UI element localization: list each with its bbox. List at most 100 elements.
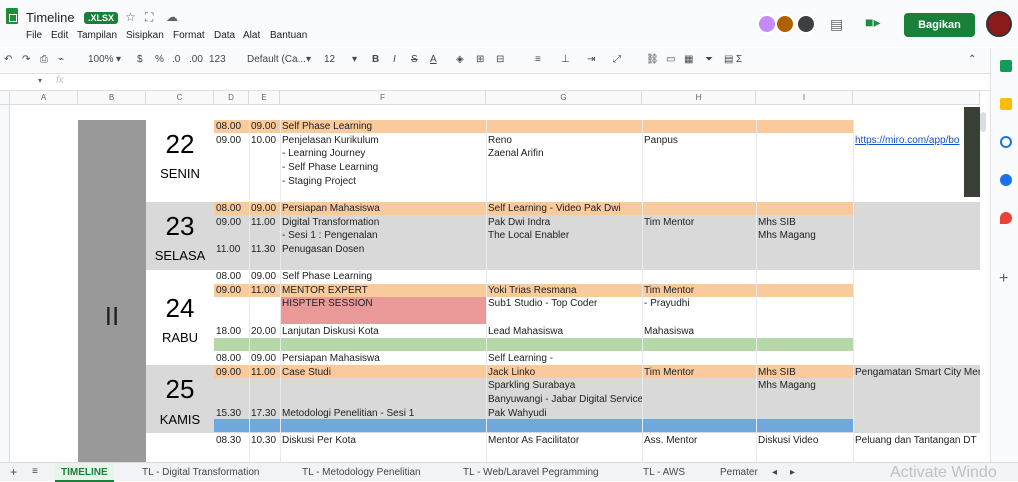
add-addon-icon[interactable]: + [999,270,1008,288]
cell-f[interactable]: Penjelasan Kurikulum [280,134,486,147]
meet-video-icon[interactable]: ■▸ [865,14,880,31]
cell-g[interactable]: Yoki Trias Resmana [486,284,642,297]
paint-format-icon[interactable]: ⌁ [58,54,64,65]
cell-f[interactable]: Metodologi Penelitian - Sesi 1 [280,407,486,420]
cell-d[interactable] [214,188,249,201]
cell-i[interactable] [756,147,853,160]
cell-h[interactable] [642,393,756,406]
increase-decimal-button[interactable]: .00 [189,54,203,65]
cell-f[interactable]: - Staging Project [280,175,486,188]
chevron-down-icon[interactable]: ▾ [38,76,42,85]
cell-e[interactable]: 11.00 [249,284,280,297]
cell-h[interactable] [642,120,756,133]
cell-g[interactable]: Mentor As Facilitator [486,434,642,447]
chevron-down-icon[interactable]: ▾ [306,54,311,65]
column-header-c[interactable]: C [146,91,214,105]
column-header-a[interactable]: A [10,91,78,105]
cell-f[interactable] [280,379,486,392]
cell-j[interactable] [853,229,980,242]
cell-i[interactable] [756,243,853,256]
cell-f[interactable]: Lanjutan Diskusi Kota [280,325,486,338]
cell-f[interactable] [280,393,486,406]
column-header-b[interactable]: B [78,91,146,105]
menu-help[interactable]: Bantuan [270,30,307,41]
cell-g[interactable]: Sub1 Studio - Top Coder [486,297,642,310]
cell-i[interactable] [756,175,853,188]
cell-j[interactable] [853,338,980,351]
fill-color-icon[interactable]: ◈ [456,54,464,65]
cell-g[interactable]: Zaenal Arifin [486,147,642,160]
cell-d[interactable]: 09.00 [214,366,249,379]
cell-g[interactable] [486,338,642,351]
cell-e[interactable] [249,161,280,174]
collaborator-avatar[interactable] [757,14,777,34]
cell-g[interactable]: Jack Linko [486,366,642,379]
chevron-down-icon[interactable]: ▾ [116,54,121,65]
cell-i[interactable] [756,393,853,406]
calendar-icon[interactable] [1000,60,1012,72]
cell-f[interactable] [280,188,486,201]
cell-j[interactable]: Peluang dan Tantangan DT [853,434,980,447]
cell-f[interactable] [280,257,486,270]
sheets-logo-icon[interactable] [6,8,18,24]
cell-h[interactable]: Tim Mentor [642,284,756,297]
cell-i[interactable] [756,270,853,283]
cell-f[interactable]: Self Phase Learning [280,270,486,283]
cell-g[interactable]: The Local Enabler [486,229,642,242]
cloud-status-icon[interactable]: ☁ [166,10,178,24]
cell-j[interactable] [853,120,980,133]
cell-e[interactable]: 09.00 [249,270,280,283]
undo-icon[interactable]: ↶ [4,54,12,65]
menu-data[interactable]: Data [214,30,235,41]
borders-icon[interactable]: ⊞ [476,54,484,65]
cell-j[interactable] [853,420,980,433]
cell-f[interactable]: - Sesi 1 : Pengenalan [280,229,486,242]
cell-j[interactable] [853,257,980,270]
italic-icon[interactable]: I [393,54,396,65]
cell-f[interactable]: Diskusi Per Kota [280,434,486,447]
cell-f[interactable]: Persiapan Mahasiswa [280,202,486,215]
cell-i[interactable] [756,202,853,215]
cell-g[interactable] [486,311,642,324]
insert-comment-icon[interactable]: ▭ [666,54,675,65]
cell-e[interactable]: 09.00 [249,202,280,215]
insert-link-icon[interactable]: ⛓ [646,54,659,65]
functions-icon[interactable]: Σ [736,54,742,65]
cell-h[interactable] [642,188,756,201]
font-size-select[interactable]: 12 [324,54,335,65]
cell-g[interactable]: Sparkling Surabaya [486,379,642,392]
cell-e[interactable]: 09.00 [249,352,280,365]
cell-e[interactable] [249,147,280,160]
cell-h[interactable]: - Prayudhi [642,297,756,310]
cell-d[interactable] [214,420,249,433]
cell-h[interactable]: Tim Mentor [642,216,756,229]
cell-h[interactable] [642,311,756,324]
bold-icon[interactable]: B [372,54,379,65]
cell-g[interactable] [486,243,642,256]
column-header-i[interactable]: I [756,91,853,105]
keep-icon[interactable] [1000,98,1012,110]
cell-e[interactable] [249,229,280,242]
cell-h[interactable] [642,352,756,365]
cell-h[interactable]: Tim Mentor [642,366,756,379]
cell-e[interactable] [249,175,280,188]
cell-d[interactable] [214,175,249,188]
print-icon[interactable]: ⎙ [40,54,48,65]
cell-i[interactable] [756,407,853,420]
cell-d[interactable] [214,311,249,324]
tab-timeline[interactable]: TIMELINE [55,463,114,482]
cell-j[interactable] [853,379,980,392]
cell-j[interactable] [853,407,980,420]
cell-d[interactable]: 09.00 [214,216,249,229]
cell-g[interactable] [486,175,642,188]
share-button[interactable]: Bagikan [904,13,975,37]
cell-g[interactable]: Banyuwangi - Jabar Digital Service [486,393,642,406]
contacts-icon[interactable] [1000,174,1012,186]
cell-i[interactable] [756,297,853,310]
align-horizontal-icon[interactable]: ≡ [535,54,541,65]
cell-j[interactable] [853,188,980,201]
cell-i[interactable] [756,161,853,174]
menu-tools[interactable]: Alat [243,30,260,41]
add-sheet-icon[interactable]: + [10,465,17,479]
cell-j[interactable]: https://miro.com/app/bo [853,134,980,147]
